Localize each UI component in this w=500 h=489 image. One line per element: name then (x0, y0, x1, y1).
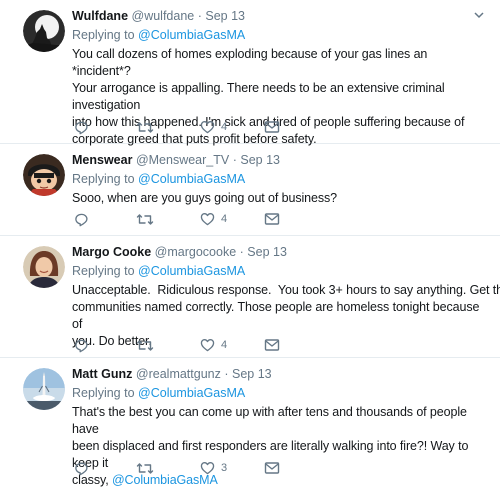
tweet-text-line: Your arrogance is appalling. There needs… (72, 81, 445, 112)
tweet-actions: 4 (72, 119, 302, 135)
heart-icon (200, 339, 215, 352)
reply-button[interactable] (74, 119, 89, 135)
replying-prefix: Replying to (72, 264, 135, 278)
tweet-actions: 4 (72, 337, 302, 353)
tweet-header: Wulfdane @wulfdane · Sep 13 (72, 8, 486, 24)
replying-to: Replying to @ColumbiaGasMA (72, 263, 486, 279)
replying-to: Replying to @ColumbiaGasMA (72, 171, 486, 187)
user-handle[interactable]: @margocooke (155, 245, 236, 259)
heart-icon (200, 121, 215, 134)
direct-message-button[interactable] (264, 211, 280, 227)
reply-icon (75, 462, 88, 475)
mention-link[interactable]: @ColumbiaGasMA (138, 28, 245, 42)
mention-link[interactable]: @ColumbiaGasMA (138, 172, 245, 186)
avatar[interactable] (23, 246, 65, 288)
mention-link[interactable]: @ColumbiaGasMA (138, 264, 245, 278)
tweet-text-line: That's the best you can come up with aft… (72, 405, 467, 436)
tweet-text: Sooo, when are you guys going out of bus… (72, 190, 486, 207)
like-button[interactable]: 4 (200, 119, 227, 135)
tweet-menswear[interactable]: Menswear @Menswear_TV · Sep 13 Replying … (0, 144, 500, 236)
retweet-icon (136, 339, 154, 351)
retweet-button[interactable] (136, 119, 154, 135)
like-button[interactable]: 4 (200, 211, 227, 227)
display-name[interactable]: Wulfdane (72, 9, 128, 23)
retweet-button[interactable] (136, 337, 154, 353)
display-name[interactable]: Margo Cooke (72, 245, 151, 259)
retweet-icon (136, 462, 154, 474)
user-handle[interactable]: @wulfdane (132, 9, 195, 23)
replying-to: Replying to @ColumbiaGasMA (72, 27, 486, 43)
separator: · (197, 9, 202, 23)
tweet-date[interactable]: Sep 13 (232, 367, 272, 381)
reply-button[interactable] (74, 337, 89, 353)
tweet-header: Matt Gunz @realmattgunz · Sep 13 (72, 366, 486, 382)
avatar[interactable] (23, 368, 65, 410)
envelope-icon (264, 213, 280, 225)
envelope-icon (264, 121, 280, 133)
user-handle[interactable]: @realmattgunz (136, 367, 221, 381)
chevron-down-icon[interactable] (472, 8, 486, 22)
direct-message-button[interactable] (264, 337, 280, 353)
replying-to: Replying to @ColumbiaGasMA (72, 385, 486, 401)
like-button[interactable]: 4 (200, 337, 227, 353)
like-count: 4 (221, 339, 228, 351)
tweet-text: That's the best you can come up with aft… (72, 404, 486, 489)
tweet-actions: 3 (72, 460, 302, 476)
tweet-text-line: You call dozens of homes exploding becau… (72, 47, 428, 78)
tweet-margo-cooke[interactable]: Margo Cooke @margocooke · Sep 13 Replyin… (0, 236, 500, 358)
separator: · (239, 245, 244, 259)
like-count: 3 (221, 462, 228, 474)
retweet-button[interactable] (136, 211, 154, 227)
display-name[interactable]: Menswear (72, 153, 132, 167)
like-count: 4 (221, 213, 228, 225)
tweet-actions: 4 (72, 211, 302, 227)
reply-icon (75, 213, 88, 226)
replying-prefix: Replying to (72, 172, 135, 186)
reply-icon (75, 121, 88, 134)
like-button[interactable]: 3 (200, 460, 227, 476)
avatar[interactable] (23, 154, 65, 196)
heart-icon (200, 213, 215, 226)
tweet-date[interactable]: Sep 13 (247, 245, 287, 259)
direct-message-button[interactable] (264, 119, 280, 135)
retweet-icon (136, 121, 154, 133)
tweet-header: Menswear @Menswear_TV · Sep 13 (72, 152, 486, 168)
tweet-text-line: communities named correctly. Those peopl… (72, 300, 480, 331)
tweet-matt-gunz[interactable]: Matt Gunz @realmattgunz · Sep 13 Replyin… (0, 358, 500, 489)
replying-prefix: Replying to (72, 386, 135, 400)
envelope-icon (264, 462, 280, 474)
mention-link[interactable]: @ColumbiaGasMA (138, 386, 245, 400)
replying-prefix: Replying to (72, 28, 135, 42)
reply-icon (75, 339, 88, 352)
retweet-icon (136, 213, 154, 225)
heart-icon (200, 462, 215, 475)
avatar[interactable] (23, 10, 65, 52)
user-handle[interactable]: @Menswear_TV (136, 153, 229, 167)
reply-button[interactable] (74, 211, 89, 227)
reply-button[interactable] (74, 460, 89, 476)
direct-message-button[interactable] (264, 460, 280, 476)
tweet-text-line: Sooo, when are you guys going out of bus… (72, 191, 338, 205)
like-count: 4 (221, 121, 228, 133)
tweet-date[interactable]: Sep 13 (240, 153, 280, 167)
tweet-text-line: Unacceptable. Ridiculous response. You t… (72, 283, 500, 297)
separator: · (224, 367, 229, 381)
display-name[interactable]: Matt Gunz (72, 367, 132, 381)
retweet-button[interactable] (136, 460, 154, 476)
separator: · (232, 153, 237, 167)
tweet-wulfdane[interactable]: Wulfdane @wulfdane · Sep 13 Replying to … (0, 0, 500, 146)
envelope-icon (264, 339, 280, 351)
tweet-header: Margo Cooke @margocooke · Sep 13 (72, 244, 486, 260)
tweet-date[interactable]: Sep 13 (205, 9, 245, 23)
